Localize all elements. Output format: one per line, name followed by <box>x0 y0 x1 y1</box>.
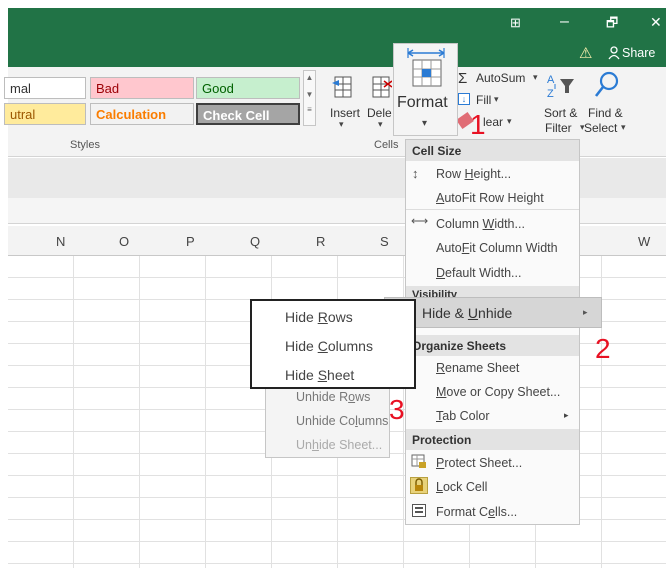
style-calculation[interactable]: Calculation <box>90 103 194 125</box>
insert-icon[interactable] <box>332 75 354 99</box>
format-dropdown-menu: Cell Size ↕ Row Height... AutoFit Row He… <box>405 139 580 525</box>
format-cells-icon <box>412 504 426 517</box>
sort-filter-label-2[interactable]: Filter <box>545 121 572 135</box>
format-icon <box>403 47 449 89</box>
column-width-icon: ⟷ <box>411 214 429 228</box>
share-button[interactable]: Share <box>622 46 655 60</box>
menu-autofit-column-width[interactable]: AutoFit Column Width <box>436 241 558 255</box>
find-select-icon <box>593 70 621 100</box>
lock-icon <box>410 477 428 494</box>
style-good[interactable]: Good <box>196 77 300 99</box>
restore-icon[interactable]: 🗗 <box>606 14 618 36</box>
menu-hide-sheet[interactable]: Hide Sheet <box>285 367 354 383</box>
style-normal[interactable]: mal <box>4 77 86 99</box>
ribbon-display-options-icon[interactable]: ⊞ <box>510 15 521 31</box>
styles-gallery-scroll[interactable]: ▲ ▼ ≡ <box>303 70 316 126</box>
section-cell-size: Cell Size <box>406 140 579 161</box>
find-select-label-2[interactable]: Select <box>584 121 617 135</box>
delete-button[interactable]: Dele <box>367 106 392 120</box>
section-organize-sheets: Organize Sheets <box>406 335 579 356</box>
annotation-step-3: 3 <box>389 394 405 425</box>
menu-unhide-columns[interactable]: Unhide Columns <box>296 414 388 428</box>
autosum-caret-icon[interactable]: ▾ <box>533 72 538 83</box>
format-button[interactable]: Format ▾ <box>393 43 458 136</box>
annotation-step-2: 2 <box>595 333 611 364</box>
menu-rename-sheet[interactable]: Rename Sheet <box>436 361 519 375</box>
column-header-r[interactable]: R <box>316 234 325 249</box>
menu-format-cells[interactable]: Format Cells... <box>436 505 517 519</box>
tab-color-chevron-icon: ▸ <box>564 410 569 420</box>
menu-row-height[interactable]: Row Height... <box>436 167 511 181</box>
cells-group-label: Cells <box>374 139 399 151</box>
style-bad[interactable]: Bad <box>90 77 194 99</box>
style-check-cell[interactable]: Check Cell <box>196 103 300 125</box>
delete-icon[interactable] <box>370 75 393 99</box>
menu-unhide-rows[interactable]: Unhide Rows <box>296 390 370 404</box>
menu-lock-cell[interactable]: Lock Cell <box>436 480 487 494</box>
column-header-s[interactable]: S <box>380 234 389 249</box>
find-select-label-1[interactable]: Find & <box>588 106 623 120</box>
insert-caret-icon[interactable]: ▾ <box>339 119 344 130</box>
menu-hide-rows[interactable]: Hide Rows <box>285 309 353 325</box>
close-icon[interactable]: ✕ <box>650 14 662 31</box>
menu-hide-unhide[interactable]: Hide & Unhide ▸ <box>384 297 602 328</box>
hide-unhide-submenu: Hide Rows Hide Columns Hide Sheet <box>250 299 416 389</box>
format-button-label: Format <box>397 94 448 111</box>
find-select-caret-icon[interactable]: ▾ <box>621 122 626 133</box>
hide-unhide-label: Hide & Unhide <box>422 305 513 321</box>
warning-icon[interactable]: ⚠ <box>579 44 592 62</box>
hide-unhide-submenu-lower: Unhide Rows Unhide Columns Unhide Sheet.… <box>265 380 390 458</box>
column-header-w[interactable]: W <box>638 234 650 249</box>
styles-group-label: Styles <box>70 139 100 151</box>
title-bar: ⊞ – 🗗 ✕ <box>8 8 666 41</box>
hide-unhide-chevron-icon: ▸ <box>583 307 588 317</box>
tell-me-bar: ⚠ Share <box>8 41 666 67</box>
autosum-icon: Σ <box>458 70 468 87</box>
menu-move-copy-sheet[interactable]: Move or Copy Sheet... <box>436 385 560 399</box>
fill-icon: ↓ <box>458 93 470 105</box>
menu-hide-columns[interactable]: Hide Columns <box>285 338 373 354</box>
autosum-button[interactable]: AutoSum <box>476 71 525 85</box>
person-icon <box>608 46 620 60</box>
menu-unhide-sheet: Unhide Sheet... <box>296 438 383 452</box>
column-header-q[interactable]: Q <box>250 234 260 249</box>
row-height-icon: ↕ <box>412 166 419 181</box>
excel-window: ⊞ – 🗗 ✕ ⚠ Share mal Bad Good utral Calcu… <box>0 0 666 578</box>
sort-filter-icon: AZ <box>544 71 578 101</box>
column-header-n[interactable]: N <box>56 234 65 249</box>
menu-default-width[interactable]: Default Width... <box>436 266 521 280</box>
fill-button[interactable]: Fill <box>476 93 491 107</box>
section-protection: Protection <box>406 429 579 450</box>
menu-divider <box>406 209 579 210</box>
fill-caret-icon[interactable]: ▾ <box>494 94 499 105</box>
delete-caret-icon[interactable]: ▾ <box>378 119 383 130</box>
column-header-o[interactable]: O <box>119 234 129 249</box>
protect-sheet-icon <box>411 454 427 469</box>
menu-protect-sheet[interactable]: Protect Sheet... <box>436 456 522 470</box>
annotation-step-1: 1 <box>470 109 486 140</box>
svg-text:A: A <box>547 74 555 86</box>
format-caret-icon: ▾ <box>422 118 428 129</box>
style-neutral[interactable]: utral <box>4 103 86 125</box>
minimize-icon[interactable]: – <box>560 13 569 31</box>
sort-filter-label-1[interactable]: Sort & <box>544 106 577 120</box>
menu-tab-color[interactable]: Tab Color <box>436 409 490 423</box>
menu-autofit-row-height[interactable]: AutoFit Row Height <box>436 191 544 205</box>
svg-text:Z: Z <box>547 88 554 100</box>
menu-column-width[interactable]: Column Width... <box>436 217 525 231</box>
insert-button[interactable]: Insert <box>330 106 360 120</box>
clear-button[interactable]: lear <box>483 115 503 129</box>
clear-caret-icon[interactable]: ▾ <box>507 116 512 127</box>
column-header-p[interactable]: P <box>186 234 195 249</box>
